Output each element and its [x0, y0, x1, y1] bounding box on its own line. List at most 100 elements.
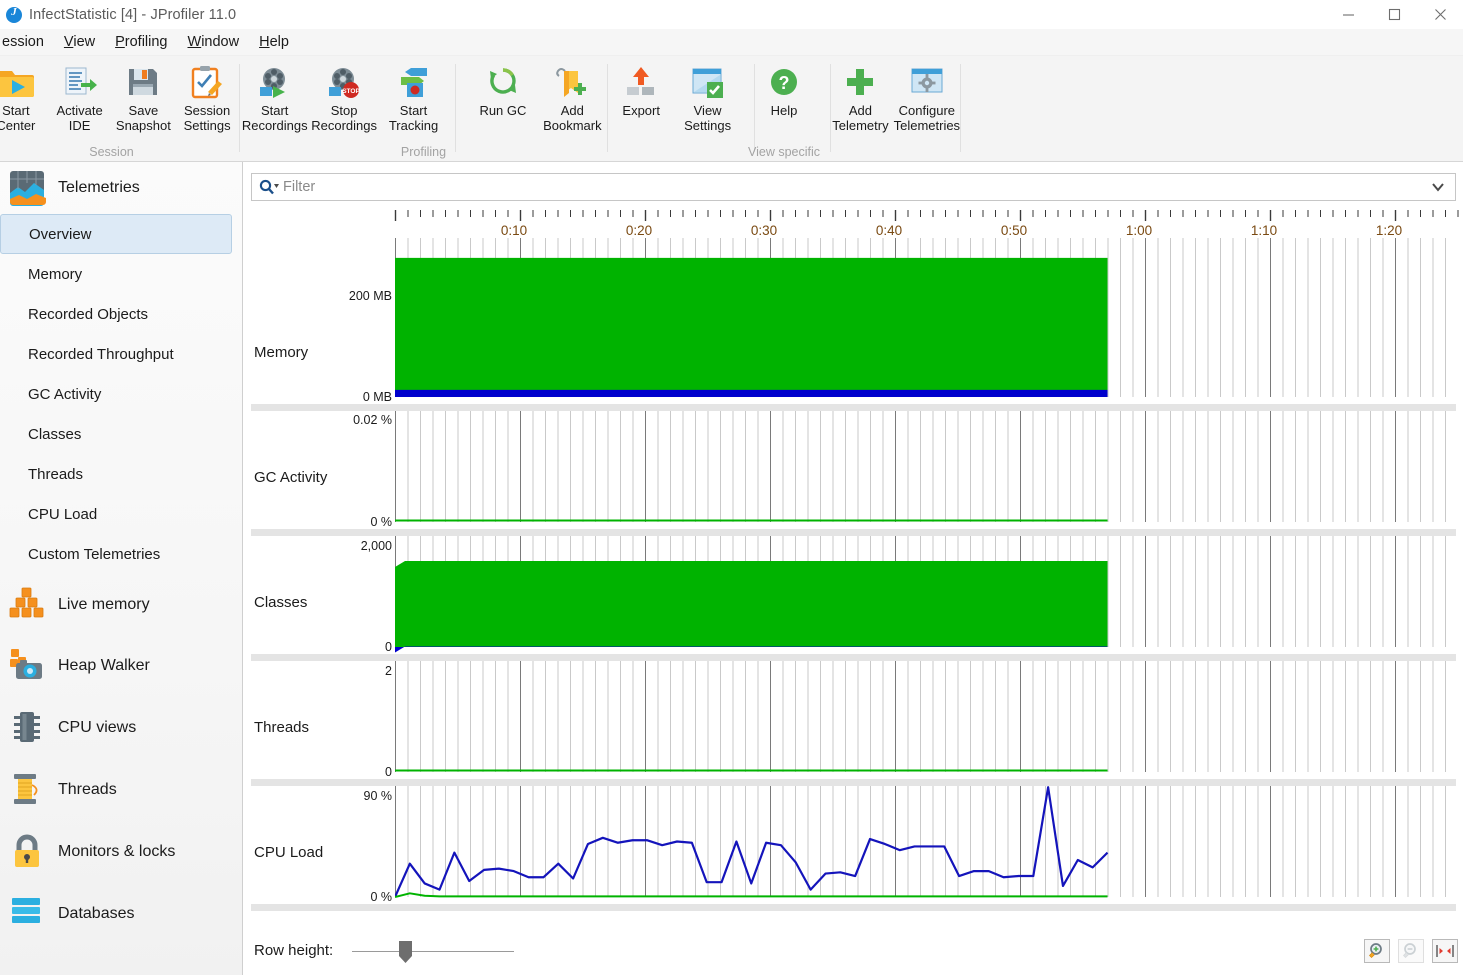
view-settings-label: View Settings: [684, 103, 732, 133]
row-label-threads: Threads: [254, 719, 310, 736]
time-tick-label: 0:20: [625, 223, 653, 238]
ribbon-toolbar: Start Center Activate IDE Save Snapshot …: [0, 56, 1463, 162]
sidebar-group-label-databases: Databases: [58, 905, 135, 922]
jprofiler-icon: [6, 6, 22, 23]
add-bookmark-icon: [556, 63, 588, 101]
run-gc-button[interactable]: Run GC: [468, 60, 537, 118]
sidebar-item-databases[interactable]: Databases: [0, 883, 242, 945]
classes-plot[interactable]: [395, 536, 1456, 654]
minimize-button[interactable]: [1325, 0, 1371, 29]
help-button[interactable]: ? Help: [751, 60, 817, 118]
row-height-slider[interactable]: [352, 951, 514, 952]
close-button[interactable]: [1417, 0, 1463, 29]
time-tick-label: 0:30: [750, 223, 778, 238]
sidebar-group-label-telemetries: Telemetries: [58, 179, 140, 196]
ribbon-group-session-title: Session: [89, 145, 134, 159]
axis-label-threads-bottom: 0: [385, 765, 392, 779]
sidebar-item-overview[interactable]: Overview: [0, 214, 232, 254]
stop-recordings-label: Stop Recordings: [311, 103, 377, 133]
fit-width-button[interactable]: [1432, 939, 1458, 963]
sidebar-group-label-threads: Threads: [58, 781, 117, 798]
row-label-classes: Classes: [254, 594, 308, 611]
sidebar-item-cpu-views[interactable]: CPU views: [0, 697, 242, 759]
time-tick-label: 1:00: [1125, 223, 1153, 238]
view-settings-icon: [691, 63, 725, 101]
sidebar-item-threads-telemetry[interactable]: Threads: [0, 454, 232, 494]
start-tracking-button[interactable]: Start Tracking: [379, 60, 448, 133]
help-label: Help: [770, 103, 798, 118]
sidebar-group-label-monitors-locks: Monitors & locks: [58, 843, 176, 860]
menu-window[interactable]: Window: [178, 31, 250, 54]
save-snapshot-label: Save Snapshot: [115, 103, 171, 133]
activate-ide-button[interactable]: Activate IDE: [48, 60, 112, 133]
filter-bar[interactable]: Filter: [251, 173, 1456, 201]
ribbon-group-profiling-title: Profiling: [400, 145, 447, 159]
title-bar: InfectStatistic [4] - JProfiler 11.0: [0, 0, 1463, 29]
row-height-slider-thumb[interactable]: [399, 941, 412, 963]
window-title: InfectStatistic [4] - JProfiler 11.0: [29, 6, 237, 23]
axis-label-cpu-top: 90 %: [363, 789, 393, 803]
maximize-button[interactable]: [1371, 0, 1417, 29]
row-separator: [251, 904, 1456, 911]
sidebar-item-threads[interactable]: Threads: [0, 759, 242, 821]
menu-help[interactable]: Help: [249, 31, 299, 54]
sidebar-item-label: Memory: [28, 265, 83, 283]
configure-telemetries-icon: [910, 63, 944, 101]
session-settings-button[interactable]: Session Settings: [175, 60, 239, 133]
session-settings-icon: [191, 63, 223, 101]
zoom-in-button[interactable]: [1364, 939, 1390, 963]
start-tracking-label: Start Tracking: [388, 103, 439, 133]
sidebar-item-memory[interactable]: Memory: [0, 254, 232, 294]
time-tick-label: 0:50: [1000, 223, 1028, 238]
ribbon-separator-1b: [455, 64, 456, 152]
row-label-gc-activity: GC Activity: [254, 469, 328, 486]
heap-walker-icon: [8, 647, 46, 685]
sidebar-item-classes[interactable]: Classes: [0, 414, 232, 454]
time-tick-label: 1:20: [1375, 223, 1403, 238]
gc-activity-plot[interactable]: [395, 411, 1456, 529]
cpu-load-plot[interactable]: [395, 786, 1456, 904]
sidebar-item-custom-telemetries[interactable]: Custom Telemetries: [0, 534, 232, 574]
sidebar-item-monitors-locks[interactable]: Monitors & locks: [0, 821, 242, 883]
start-tracking-icon: [397, 63, 431, 101]
row-separator: [251, 654, 1456, 661]
axis-label-gc-bottom: 0 %: [370, 515, 392, 529]
activate-ide-label: Activate IDE: [56, 103, 103, 133]
filter-placeholder: Filter: [283, 179, 316, 195]
sidebar-item-recorded-throughput[interactable]: Recorded Throughput: [0, 334, 232, 374]
row-height-label: Row height:: [254, 942, 334, 959]
add-bookmark-button[interactable]: Add Bookmark: [538, 60, 607, 133]
menu-view[interactable]: View: [54, 31, 105, 54]
configure-telemetries-button[interactable]: Configure Telemetries: [894, 60, 960, 133]
sidebar-item-label: Threads: [28, 465, 84, 483]
sidebar-item-cpu-load[interactable]: CPU Load: [0, 494, 232, 534]
sidebar-item-heap-walker[interactable]: Heap Walker: [0, 635, 242, 697]
sidebar-item-gc-activity[interactable]: GC Activity: [0, 374, 232, 414]
search-icon[interactable]: [259, 179, 279, 195]
sidebar-item-telemetries[interactable]: Telemetries: [0, 162, 242, 214]
add-telemetry-button[interactable]: Add Telemetry: [827, 60, 893, 133]
stop-recordings-icon: STOP: [326, 63, 362, 101]
start-recordings-button[interactable]: Start Recordings: [240, 60, 309, 133]
memory-plot[interactable]: [395, 238, 1456, 404]
threads-plot[interactable]: [395, 661, 1456, 779]
row-separator: [251, 404, 1456, 411]
row-label-memory: Memory: [254, 344, 309, 361]
chevron-down-icon[interactable]: [1431, 182, 1445, 192]
sidebar: JProfiler Telemetries Overview Memory Re…: [0, 162, 243, 975]
row-label-cpu-load: CPU Load: [254, 844, 324, 861]
run-gc-icon: [486, 63, 520, 101]
start-center-button[interactable]: Start Center: [0, 60, 48, 133]
save-snapshot-icon: [127, 63, 159, 101]
stop-recordings-button[interactable]: STOP Stop Recordings: [309, 60, 378, 133]
view-settings-button[interactable]: View Settings: [674, 60, 740, 133]
configure-telemetries-label: Configure Telemetries: [893, 103, 961, 133]
add-bookmark-label: Add Bookmark: [543, 103, 602, 133]
sidebar-item-live-memory[interactable]: Live memory: [0, 574, 242, 635]
menu-session[interactable]: ession: [0, 31, 54, 54]
add-telemetry-label: Add Telemetry: [832, 103, 889, 133]
save-snapshot-button[interactable]: Save Snapshot: [112, 60, 176, 133]
menu-profiling[interactable]: Profiling: [105, 31, 177, 54]
sidebar-item-recorded-objects[interactable]: Recorded Objects: [0, 294, 232, 334]
export-button[interactable]: Export: [608, 60, 674, 118]
